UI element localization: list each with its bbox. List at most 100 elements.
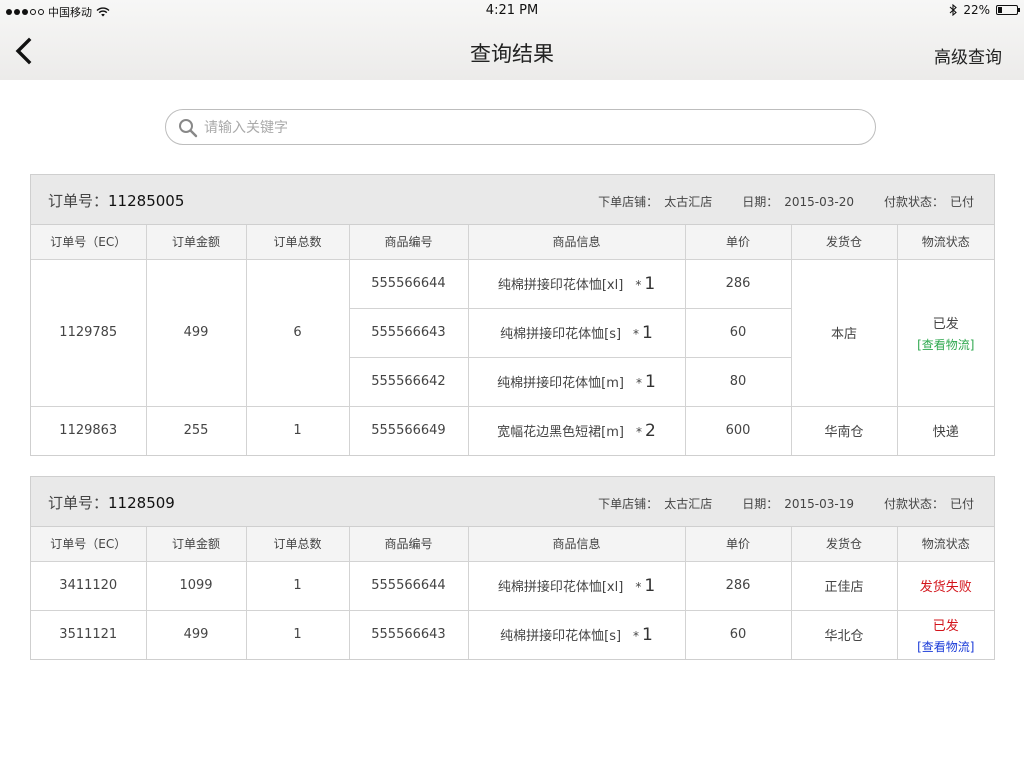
item-name: 纯棉拼接印花体恤[xl]	[497, 579, 624, 595]
order-date: 日期： 2015-03-19	[742, 495, 854, 512]
store-label: 下单店铺：	[598, 195, 659, 209]
code-cell: 555566644	[349, 259, 469, 309]
order-meta: 下单店铺： 太古汇店 日期： 2015-03-20 付款状态： 已付	[598, 193, 974, 210]
item-name: 纯棉拼接印花体恤[m]	[497, 375, 624, 391]
top-bar: 中国移动 4:21 PM 22% 查询结果 高级查询	[0, 0, 1024, 80]
price-cell: 60	[685, 610, 792, 659]
logistics-status-failed: 发货失败	[919, 580, 972, 595]
date-label: 日期：	[742, 497, 779, 511]
amount-cell: 499	[146, 610, 247, 659]
pay-label: 付款状态：	[883, 195, 944, 209]
order-pay-status: 付款状态： 已付	[884, 193, 974, 210]
code-cell: 555566643	[349, 610, 469, 659]
col-header-count: 订单总数	[246, 225, 350, 260]
info-cell: 纯棉拼接印花体恤[s] * 1	[468, 308, 686, 358]
count-cell: 1	[246, 561, 350, 611]
qty-value: 1	[642, 322, 653, 343]
logistics-cell: 已发 [查看物流]	[897, 610, 994, 659]
advanced-search-button[interactable]: 高级查询	[934, 43, 1002, 68]
amount-cell: 499	[146, 259, 247, 407]
store-label: 下单店铺：	[598, 497, 659, 511]
battery-fill	[998, 7, 1002, 13]
info-cell: 纯棉拼接印花体恤[xl] * 1	[468, 561, 686, 611]
qty-prefix: *	[635, 424, 642, 439]
qty-prefix: *	[633, 628, 640, 643]
qty-value: 1	[644, 273, 656, 294]
order-table: 订单号（EC） 订单金额 订单总数 商品编号 商品信息 单价 发货仓 物流状态 …	[31, 527, 994, 659]
warehouse-cell: 华南仓	[791, 406, 898, 455]
search-box	[165, 109, 876, 145]
order-number-value: 1128509	[108, 494, 175, 512]
order-card: 订单号：11285005 下单店铺： 太古汇店 日期： 2015-03-20 付款状…	[30, 174, 995, 456]
logistics-cell: 发货失败	[897, 561, 994, 611]
code-cell: 555566649	[349, 406, 469, 455]
view-logistics-link[interactable]: [查看物流]	[898, 336, 995, 353]
logistics-status: 已发	[932, 316, 959, 332]
count-cell: 1	[246, 406, 350, 455]
item-qty: * 1	[635, 274, 655, 294]
warehouse-cell: 正佳店	[791, 561, 898, 611]
table-row: 1129785 499 6 555566644 纯棉拼接印花体恤[xl] * 1 2…	[31, 259, 994, 407]
col-header-ec: 订单号（EC）	[31, 225, 147, 260]
table-row: 1129863 255 1 555566649 宽幅花边黑色短裙[m] * 2 60…	[31, 406, 994, 455]
col-header-code: 商品编号	[349, 225, 469, 260]
store-value: 太古汇店	[664, 497, 713, 511]
qty-prefix: *	[635, 375, 642, 390]
col-header-ec: 订单号（EC）	[31, 527, 147, 562]
order-number-label: 订单号：	[48, 494, 109, 512]
col-header-info: 商品信息	[468, 225, 686, 260]
count-cell: 6	[246, 259, 350, 407]
warehouse-cell: 本店	[791, 259, 898, 407]
count-cell: 1	[246, 610, 350, 659]
order-store: 下单店铺： 太古汇店	[598, 495, 712, 512]
col-header-logistics: 物流状态	[897, 527, 994, 562]
info-cell: 纯棉拼接印花体恤[m] * 1	[468, 357, 686, 407]
search-input[interactable]	[204, 116, 844, 140]
order-number: 订单号：1128509	[48, 492, 175, 513]
table-header-row: 订单号（EC） 订单金额 订单总数 商品编号 商品信息 单价 发货仓 物流状态	[31, 225, 994, 260]
bluetooth-icon	[949, 4, 958, 16]
col-header-amount: 订单金额	[146, 225, 247, 260]
item-qty: * 1	[635, 576, 655, 596]
status-right: 22%	[949, 3, 1020, 17]
ec-cell: 1129785	[31, 259, 147, 407]
logistics-cell: 已发 [查看物流]	[897, 259, 995, 407]
qty-prefix: *	[633, 326, 640, 341]
logistics-status: 快递	[932, 425, 959, 441]
col-header-amount: 订单金额	[146, 527, 247, 562]
item-qty: * 1	[633, 625, 653, 645]
order-number: 订单号：11285005	[48, 190, 184, 211]
pay-label: 付款状态：	[883, 497, 944, 511]
info-cell: 纯棉拼接印花体恤[xl] * 1	[468, 259, 686, 309]
pay-value: 已付	[949, 195, 974, 209]
battery-icon	[996, 5, 1020, 15]
item-name: 纯棉拼接印花体恤[s]	[500, 628, 622, 644]
order-number-label: 订单号：	[48, 192, 109, 210]
price-cell: 60	[685, 308, 792, 358]
order-meta: 下单店铺： 太古汇店 日期： 2015-03-19 付款状态： 已付	[598, 495, 974, 512]
date-value: 2015-03-20	[784, 195, 854, 209]
col-header-info: 商品信息	[468, 527, 686, 562]
qty-value: 1	[644, 371, 656, 392]
order-date: 日期： 2015-03-20	[742, 193, 854, 210]
ec-cell: 3511121	[31, 610, 147, 659]
pay-value: 已付	[949, 497, 974, 511]
battery-percent: 22%	[963, 3, 990, 17]
view-logistics-link[interactable]: [查看物流]	[898, 638, 995, 655]
table-row: 3411120 1099 1 555566644 纯棉拼接印花体恤[xl] * 1 …	[31, 561, 994, 611]
col-header-logistics: 物流状态	[897, 225, 994, 260]
status-time: 4:21 PM	[485, 3, 539, 18]
table-header-row: 订单号（EC） 订单金额 订单总数 商品编号 商品信息 单价 发货仓 物流状态	[31, 527, 994, 562]
amount-cell: 1099	[146, 561, 247, 611]
warehouse-cell: 华北仓	[791, 610, 898, 659]
ec-cell: 3411120	[31, 561, 147, 611]
col-header-count: 订单总数	[246, 527, 350, 562]
status-bar: 中国移动 4:21 PM 22%	[0, 0, 1024, 22]
qty-prefix: *	[635, 579, 642, 594]
info-cell: 宽幅花边黑色短裙[m] * 2	[468, 406, 686, 455]
info-cell: 纯棉拼接印花体恤[s] * 1	[468, 610, 686, 659]
code-cell: 555566642	[349, 357, 469, 407]
price-cell: 286	[685, 561, 792, 611]
order-number-value: 11285005	[108, 192, 185, 210]
order-pay-status: 付款状态： 已付	[884, 495, 974, 512]
